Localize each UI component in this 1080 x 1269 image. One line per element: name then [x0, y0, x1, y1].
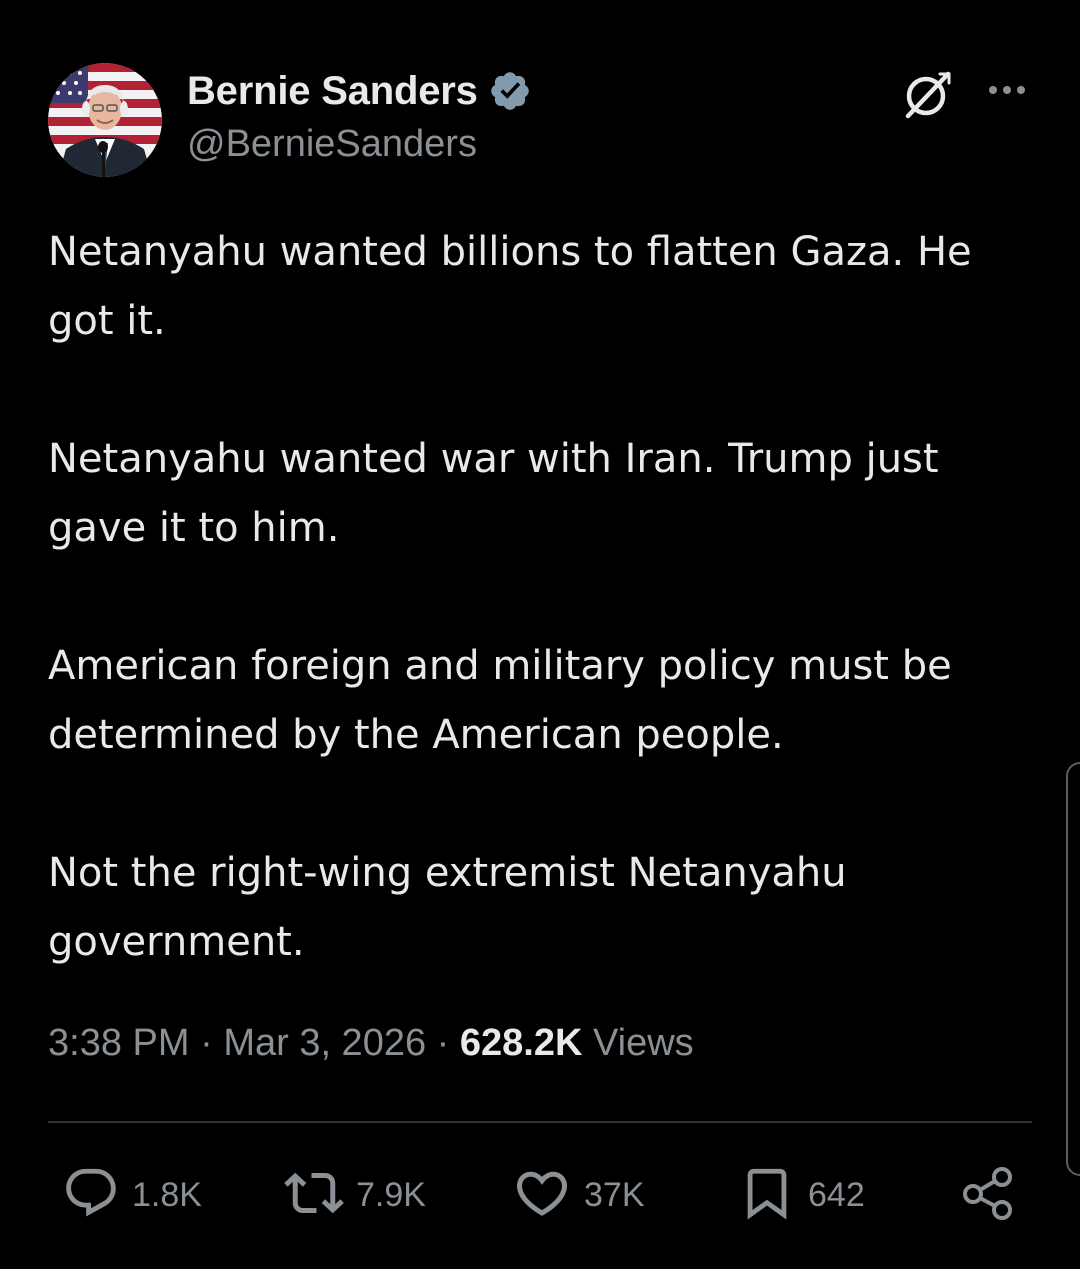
reply-button[interactable]: 1.8K: [62, 1160, 202, 1230]
grok-icon[interactable]: [900, 66, 956, 122]
tweet-paragraph: Netanyahu wanted billions to flatten Gaz…: [48, 229, 972, 344]
meta-separator: ·: [200, 1022, 213, 1064]
like-button[interactable]: 37K: [512, 1160, 645, 1230]
tweet-paragraph: Not the right-wing extremist Netanyahu g…: [48, 850, 847, 965]
action-bar: 1.8K 7.9K 37K 642: [0, 1160, 1080, 1230]
avatar[interactable]: [48, 63, 162, 177]
tweet-date[interactable]: Mar 3, 2026: [223, 1022, 426, 1064]
tweet-meta: 3:38 PM · Mar 3, 2026 · 628.2K Views: [48, 1022, 694, 1065]
bookmark-button[interactable]: 642: [738, 1160, 865, 1230]
bookmark-count: 642: [808, 1175, 865, 1214]
author-display-name[interactable]: Bernie Sanders: [187, 69, 478, 114]
reply-icon: [62, 1164, 120, 1226]
scrollbar-handle[interactable]: [1066, 762, 1080, 1176]
tweet-time[interactable]: 3:38 PM: [48, 1022, 190, 1064]
repost-icon: [284, 1163, 344, 1227]
reply-count: 1.8K: [132, 1175, 202, 1214]
more-dots-icon[interactable]: [984, 72, 1030, 108]
bookmark-icon: [738, 1163, 796, 1227]
repost-count: 7.9K: [356, 1175, 426, 1214]
verified-badge-icon[interactable]: [488, 69, 532, 113]
tweet-detail: Bernie Sanders @BernieSanders Netanyahu …: [0, 0, 1080, 1269]
tweet-paragraph: Netanyahu wanted war with Iran. Trump ju…: [48, 436, 939, 551]
views-label[interactable]: Views: [593, 1022, 694, 1064]
share-button[interactable]: [958, 1160, 1018, 1230]
meta-separator: ·: [436, 1022, 450, 1064]
share-icon: [958, 1163, 1018, 1227]
views-count[interactable]: 628.2K: [460, 1022, 583, 1064]
author-name-row: Bernie Sanders: [187, 66, 532, 116]
repost-button[interactable]: 7.9K: [284, 1160, 426, 1230]
heart-icon: [512, 1163, 572, 1227]
tweet-paragraph: American foreign and military policy mus…: [48, 643, 952, 758]
avatar-image: [48, 63, 162, 177]
tweet-text: Netanyahu wanted billions to flatten Gaz…: [48, 218, 1048, 977]
divider: [48, 1121, 1032, 1123]
like-count: 37K: [584, 1175, 645, 1214]
author-handle[interactable]: @BernieSanders: [187, 123, 477, 166]
